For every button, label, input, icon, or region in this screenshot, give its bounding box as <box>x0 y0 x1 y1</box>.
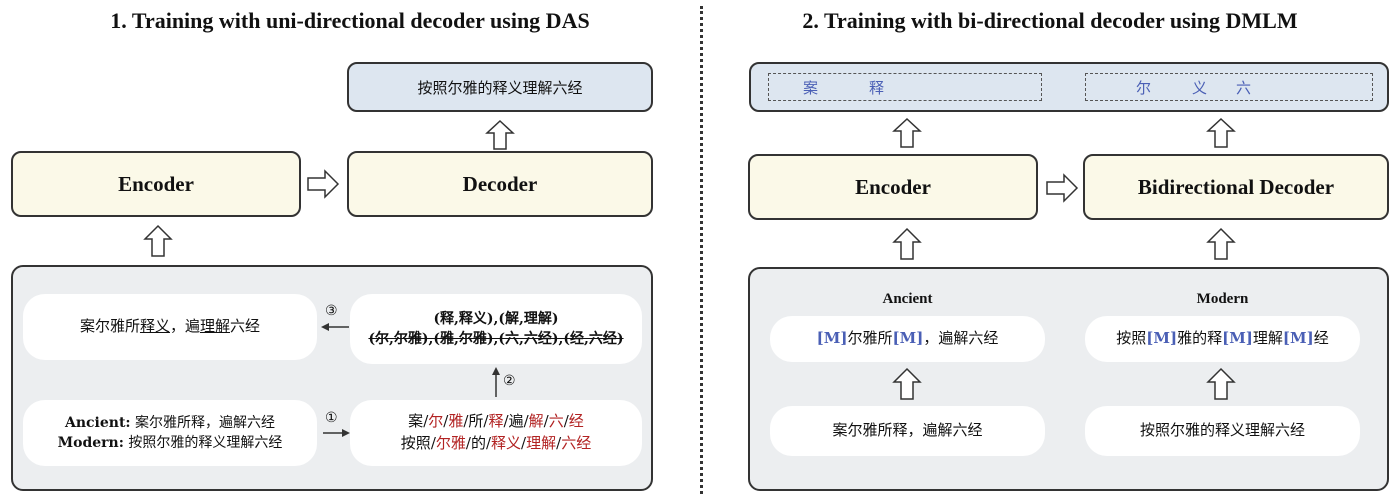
ancient-input-pill: 案尔雅所释，遍解六经 <box>770 406 1045 456</box>
step-3-arrow-icon <box>321 323 349 331</box>
ancient-masked-text: [M]尔雅所[M]，遍解六经 <box>817 328 999 350</box>
left-output-box: 按照尔雅的释义理解六经 <box>347 62 653 112</box>
text-token: 按照 <box>1116 329 1147 348</box>
ancient-mask-up-arrow-icon <box>892 367 922 400</box>
right-dec-up-arrow-icon <box>1206 227 1236 260</box>
left-pairs-line2: (尔,尔雅),(雅,尔雅),(六,六经),(经,六经) <box>368 331 624 347</box>
step-1-arrow-icon <box>323 429 350 437</box>
left-input-ancient: Ancient: 案尔雅所释，遍解六经 <box>64 414 276 431</box>
modern-mask-up-arrow-icon <box>1206 367 1236 400</box>
step-2-arrow-icon <box>492 367 500 397</box>
text-token: ，遍解六经 <box>923 329 999 348</box>
right-output-box: 案 释 尔 义 六 <box>749 62 1389 112</box>
out-char: 尔 <box>1136 79 1152 97</box>
mask-token: [M] <box>1282 329 1314 348</box>
segment-token: 释义 <box>491 434 522 452</box>
mask-token: [M] <box>1146 329 1178 348</box>
modern-masked-text: 按照[M]雅的释[M]理解[M]经 <box>1116 328 1329 350</box>
segment-token: 六经 <box>561 434 592 452</box>
modern-input-text: 按照尔雅的释义理解六经 <box>1139 421 1305 440</box>
out-char: 案 <box>803 79 819 97</box>
out-char: 义 <box>1192 79 1208 97</box>
segment-token: 尔 <box>428 412 444 431</box>
left-encoder-label: Encoder <box>118 171 194 196</box>
center-divider <box>700 6 703 494</box>
step-2-label: ② <box>503 373 516 389</box>
text-token: 雅的释 <box>1177 329 1223 348</box>
left-encoder-box: Encoder <box>11 151 301 217</box>
right-enc-dec-arrow-icon <box>1046 173 1079 203</box>
out-char: 释 <box>869 79 885 97</box>
ancient-label: Ancient <box>882 291 933 307</box>
left-decoder-up-arrow-icon <box>485 119 515 150</box>
text-token: 经 <box>1313 329 1329 348</box>
mask-token: [M] <box>1222 329 1253 348</box>
right-out-right-up-arrow-icon <box>1206 117 1236 148</box>
left-pairs-pill: (释,释义),(解,理解) (尔,尔雅),(雅,尔雅),(六,六经),(经,六经… <box>350 294 642 364</box>
mask-token: [M] <box>892 329 924 348</box>
right-encoder-label: Encoder <box>855 174 931 199</box>
segment-token: 释 <box>488 412 504 431</box>
segment-token: 按照 <box>400 434 431 452</box>
out-char: 六 <box>1236 79 1252 97</box>
segment-token: 理解 <box>526 434 557 452</box>
ancient-input-text: 案尔雅所释，遍解六经 <box>832 421 983 440</box>
step-3-label: ③ <box>325 303 338 319</box>
mask-token: [M] <box>816 329 848 348</box>
left-title: 1. Training with uni-directional decoder… <box>110 8 590 33</box>
text-token: 尔雅所 <box>847 329 893 348</box>
segment-token: 尔雅 <box>435 434 466 452</box>
left-output-text: 按照尔雅的释义理解六经 <box>417 78 583 97</box>
segment-token: 所 <box>468 412 484 431</box>
segment-token: 六 <box>548 412 564 431</box>
segment-token: 遍 <box>508 412 524 431</box>
ancient-masked-pill: [M]尔雅所[M]，遍解六经 <box>770 316 1045 362</box>
left-segment-pill: 案/尔/雅/所/释/遍/解/六/经 按照/尔雅/的/释义/理解/六经 <box>350 400 642 466</box>
left-up-arrow-icon <box>143 224 173 257</box>
right-output-left-slot: 案 释 <box>768 73 1042 101</box>
right-decoder-label: Bidirectional Decoder <box>1137 174 1335 199</box>
left-input-pill: Ancient: 案尔雅所释，遍解六经 Modern: 按照尔雅的释义理解六经 <box>23 400 317 466</box>
left-pairs-line1: (释,释义),(解,理解) <box>433 310 559 327</box>
left-segment-modern: 按照/尔雅/的/释义/理解/六经 <box>401 433 591 455</box>
right-decoder-box: Bidirectional Decoder <box>1083 154 1389 220</box>
right-enc-up-arrow-icon <box>892 227 922 260</box>
segment-token: 的 <box>470 434 486 452</box>
right-encoder-box: Encoder <box>748 154 1038 220</box>
left-decoder-box: Decoder <box>347 151 653 217</box>
right-out-left-up-arrow-icon <box>892 117 922 148</box>
left-result-sentence: 案尔雅所释义，遍理解六经 <box>79 317 261 336</box>
right-title: 2. Training with bi-directional decoder … <box>802 8 1298 33</box>
left-result-pill: 案尔雅所释义，遍理解六经 <box>23 294 317 360</box>
segment-token: 雅 <box>448 412 464 431</box>
right-output-right-slot: 尔 义 六 <box>1085 73 1373 101</box>
segment-token: 经 <box>568 412 584 431</box>
left-segment-ancient: 案/尔/雅/所/释/遍/解/六/经 <box>408 411 584 433</box>
segment-token: 案 <box>408 412 424 431</box>
left-decoder-label: Decoder <box>462 171 538 196</box>
modern-masked-pill: 按照[M]雅的释[M]理解[M]经 <box>1085 316 1360 362</box>
step-1-label: ① <box>325 410 338 426</box>
segment-token: 解 <box>528 412 544 431</box>
modern-label: Modern <box>1196 291 1249 307</box>
text-token: 理解 <box>1252 329 1283 348</box>
left-right-arrow-icon <box>307 169 340 199</box>
left-input-modern: Modern: 按照尔雅的释义理解六经 <box>57 435 283 451</box>
modern-input-pill: 按照尔雅的释义理解六经 <box>1085 406 1360 456</box>
